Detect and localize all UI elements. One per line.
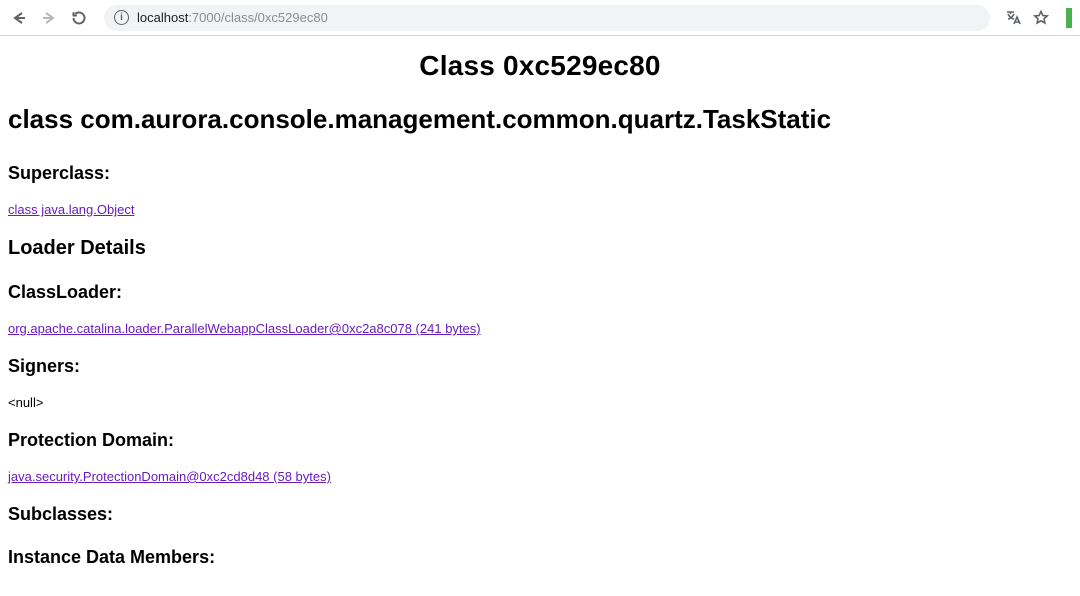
instance-members-heading: Instance Data Members: xyxy=(8,547,1072,568)
extension-stub-icon[interactable] xyxy=(1066,8,1072,28)
protection-domain-heading: Protection Domain: xyxy=(8,430,1072,451)
superclass-link[interactable]: class java.lang.Object xyxy=(8,202,134,217)
star-icon xyxy=(1033,10,1049,26)
reload-icon xyxy=(71,10,87,26)
page-title: Class 0xc529ec80 xyxy=(8,50,1072,82)
protection-domain-link[interactable]: java.security.ProtectionDomain@0xc2cd8d4… xyxy=(8,469,331,484)
address-bar[interactable]: i localhost:7000/class/0xc529ec80 xyxy=(104,5,990,31)
signers-value: <null> xyxy=(8,395,1072,410)
arrow-right-icon xyxy=(41,10,57,26)
arrow-left-icon xyxy=(11,10,27,26)
toolbar-right-icons xyxy=(1004,8,1072,28)
url-rest: :7000/class/0xc529ec80 xyxy=(188,10,327,25)
reload-button[interactable] xyxy=(68,7,90,29)
translate-icon[interactable] xyxy=(1004,9,1022,27)
url-text: localhost:7000/class/0xc529ec80 xyxy=(137,10,328,25)
class-qualified-name: class com.aurora.console.management.comm… xyxy=(8,104,1072,135)
browser-toolbar: i localhost:7000/class/0xc529ec80 xyxy=(0,0,1080,36)
page-content: Class 0xc529ec80 class com.aurora.consol… xyxy=(0,50,1080,596)
classloader-heading: ClassLoader: xyxy=(8,282,1072,303)
forward-button[interactable] xyxy=(38,7,60,29)
signers-heading: Signers: xyxy=(8,356,1072,377)
loader-details-heading: Loader Details xyxy=(8,237,1072,260)
back-button[interactable] xyxy=(8,7,30,29)
bookmark-star-icon[interactable] xyxy=(1032,9,1050,27)
site-info-icon[interactable]: i xyxy=(114,10,129,25)
superclass-heading: Superclass: xyxy=(8,163,1072,184)
subclasses-heading: Subclasses: xyxy=(8,504,1072,525)
classloader-link[interactable]: org.apache.catalina.loader.ParallelWebap… xyxy=(8,321,481,336)
url-host: localhost xyxy=(137,10,188,25)
translate-icon-svg xyxy=(1005,10,1021,26)
